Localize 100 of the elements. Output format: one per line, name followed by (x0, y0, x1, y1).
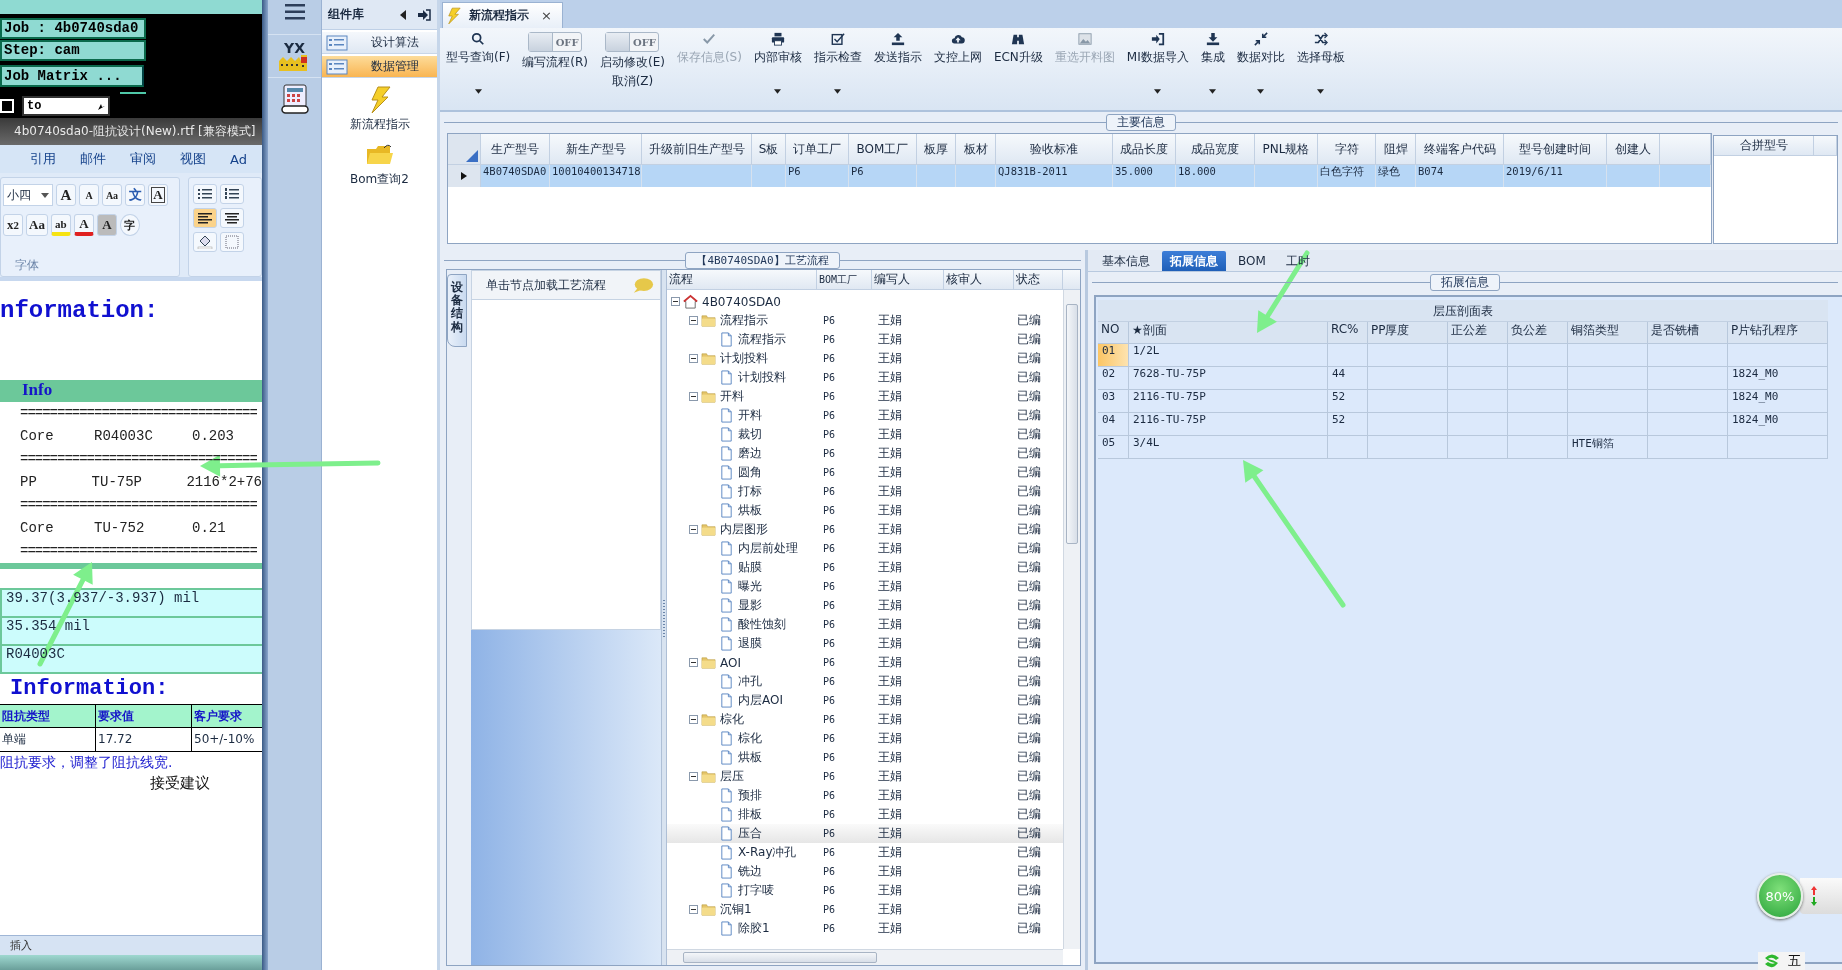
column-header[interactable]: 负公差 (1508, 322, 1568, 344)
tree-row[interactable]: 排板 P6 王娟 已编 (667, 805, 1063, 824)
caret-icon[interactable] (774, 89, 782, 94)
column-header[interactable]: 编写人 (872, 270, 944, 290)
tree-row[interactable]: 磨边 P6 王娟 已编 (667, 444, 1063, 463)
tree-node[interactable]: 冲孔 (738, 673, 762, 690)
tree-node[interactable]: 棕化 (720, 711, 744, 728)
input-field[interactable]: to (22, 96, 110, 116)
format-button[interactable]: A (96, 214, 117, 236)
checkbox[interactable] (0, 99, 14, 113)
side-tab[interactable]: 设备结构 (447, 274, 467, 347)
toolbar-button[interactable]: 内部审核 (753, 32, 802, 108)
tree-node[interactable]: 打标 (738, 483, 762, 500)
ribbon-tab[interactable]: Ad (230, 151, 247, 167)
toggle-switch[interactable]: OFF (605, 32, 660, 52)
tree-node[interactable]: 开料 (720, 388, 744, 405)
tree-row[interactable]: 退膜 P6 王娟 已编 (667, 634, 1063, 653)
tree-node[interactable]: 内层AOI (738, 692, 783, 709)
toolbar-button[interactable]: 指示检查 (813, 32, 862, 108)
expand-toggle-icon[interactable] (689, 354, 698, 363)
toolbar-button[interactable]: 数据对比 (1236, 32, 1285, 108)
tree-row[interactable]: 除胶1 P6 王娟 已编 (667, 919, 1063, 938)
tree-node[interactable]: X-Ray冲孔 (738, 844, 797, 861)
toolbar-button[interactable]: 文控上网 (933, 32, 982, 108)
input-mode-text[interactable]: 五 (1788, 952, 1801, 970)
column-header[interactable]: 板厚 (917, 134, 956, 165)
row-number-cell[interactable]: 04 (1098, 413, 1129, 436)
tree-row[interactable]: 内层前处理 P6 王娟 已编 (667, 539, 1063, 558)
tree-node[interactable]: 铣边 (738, 863, 762, 880)
library-item[interactable]: 数据管理 (322, 56, 437, 78)
column-header[interactable]: 新生产型号 (550, 134, 642, 165)
tool-item[interactable]: Bom查询2 (322, 141, 437, 188)
exit-icon[interactable] (417, 8, 431, 21)
column-header[interactable]: 创建人 (1607, 134, 1660, 165)
column-header[interactable]: P片钻孔程序 (1728, 322, 1828, 344)
tree-row[interactable]: 预排 P6 王娟 已编 (667, 786, 1063, 805)
row-number-cell[interactable]: 02 (1098, 367, 1129, 390)
toolbar-button[interactable]: 集成 (1200, 32, 1225, 108)
expand-toggle-icon[interactable] (689, 392, 698, 401)
column-header[interactable]: 订单工厂 (786, 134, 849, 165)
caret-icon[interactable] (834, 89, 842, 94)
calculator-icon[interactable] (280, 84, 309, 114)
tree-node[interactable]: 沉铜1 (720, 901, 752, 918)
format-button[interactable]: Aa (26, 214, 48, 236)
collapse-icon[interactable] (399, 8, 407, 21)
tree-row[interactable]: 曝光 P6 王娟 已编 (667, 577, 1063, 596)
column-header[interactable]: PP厚度 (1368, 322, 1448, 344)
vertical-scrollbar[interactable] (1063, 290, 1080, 949)
font-size-dropdown[interactable]: 小四 (3, 184, 53, 206)
tree-node[interactable]: 预排 (738, 787, 762, 804)
tree-row[interactable]: 打标 P6 王娟 已编 (667, 482, 1063, 501)
tab[interactable]: 工时 (1277, 251, 1318, 271)
tree-node[interactable]: 烘板 (738, 749, 762, 766)
tree-row[interactable]: 打字唛 P6 王娟 已编 (667, 881, 1063, 900)
tree-node[interactable]: 退膜 (738, 635, 762, 652)
column-header[interactable]: S板 (752, 134, 786, 165)
column-header[interactable]: RC% (1328, 322, 1368, 344)
tree-node[interactable]: 磨边 (738, 445, 762, 462)
tree-row[interactable]: 4B0740SDA0 (667, 292, 1063, 311)
tree-row[interactable]: 棕化 P6 王娟 已编 (667, 710, 1063, 729)
column-header[interactable]: 正公差 (1448, 322, 1508, 344)
tree-node[interactable]: 酸性蚀刻 (738, 616, 786, 633)
tree-node[interactable]: 流程指示 (738, 331, 786, 348)
format-button[interactable]: A (148, 184, 168, 206)
format-button[interactable]: 文 (125, 184, 145, 206)
column-header[interactable]: BOM工厂 (849, 134, 917, 165)
expand-toggle-icon[interactable] (689, 316, 698, 325)
tree-node[interactable]: 压合 (738, 825, 762, 842)
tree-node[interactable]: 贴膜 (738, 559, 762, 576)
column-header[interactable]: PNL规格 (1255, 134, 1318, 165)
tree-row[interactable]: 压合 P6 王娟 已编 (667, 824, 1063, 843)
tree-node[interactable]: 曝光 (738, 578, 762, 595)
tree-row[interactable]: 开料 P6 王娟 已编 (667, 406, 1063, 425)
column-header[interactable]: 核审人 (944, 270, 1014, 290)
toolbar-button[interactable]: 发送指示 (873, 32, 922, 108)
tree-row[interactable]: 内层AOI P6 王娟 已编 (667, 691, 1063, 710)
tree-row[interactable]: 计划投料 P6 王娟 已编 (667, 349, 1063, 368)
tree-row[interactable]: 层压 P6 王娟 已编 (667, 767, 1063, 786)
column-header[interactable]: 字符 (1318, 134, 1376, 165)
numbered-list-icon[interactable] (220, 184, 244, 204)
toolbar-button[interactable]: 选择母板 (1296, 32, 1345, 108)
tool-item[interactable]: 新流程指示 (322, 86, 437, 133)
tree-node[interactable]: 内层图形 (720, 521, 768, 538)
column-header[interactable]: 终端客户代码 (1416, 134, 1504, 165)
format-button[interactable]: A (56, 184, 76, 206)
tree-node[interactable]: 计划投料 (738, 369, 786, 386)
column-header[interactable]: 验收标准 (996, 134, 1113, 165)
document-tab[interactable]: 新流程指示 × (442, 2, 563, 28)
tree-node[interactable]: 层压 (720, 768, 744, 785)
tree-row[interactable]: 铣边 P6 王娟 已编 (667, 862, 1063, 881)
tree-node[interactable]: 内层前处理 (738, 540, 798, 557)
ribbon-tab[interactable]: 审阅 (130, 150, 156, 168)
column-header[interactable]: 升级前旧生产型号 (642, 134, 752, 165)
column-header[interactable]: 状态 (1014, 270, 1063, 290)
tree-row[interactable]: 显影 P6 王娟 已编 (667, 596, 1063, 615)
column-header[interactable]: 铜箔类型 (1568, 322, 1648, 344)
row-number-cell[interactable]: 05 (1098, 436, 1129, 459)
tree-row[interactable]: 冲孔 P6 王娟 已编 (667, 672, 1063, 691)
fill-bucket-icon[interactable] (193, 232, 217, 252)
toolbar-button[interactable]: ECN升级 (993, 32, 1043, 108)
